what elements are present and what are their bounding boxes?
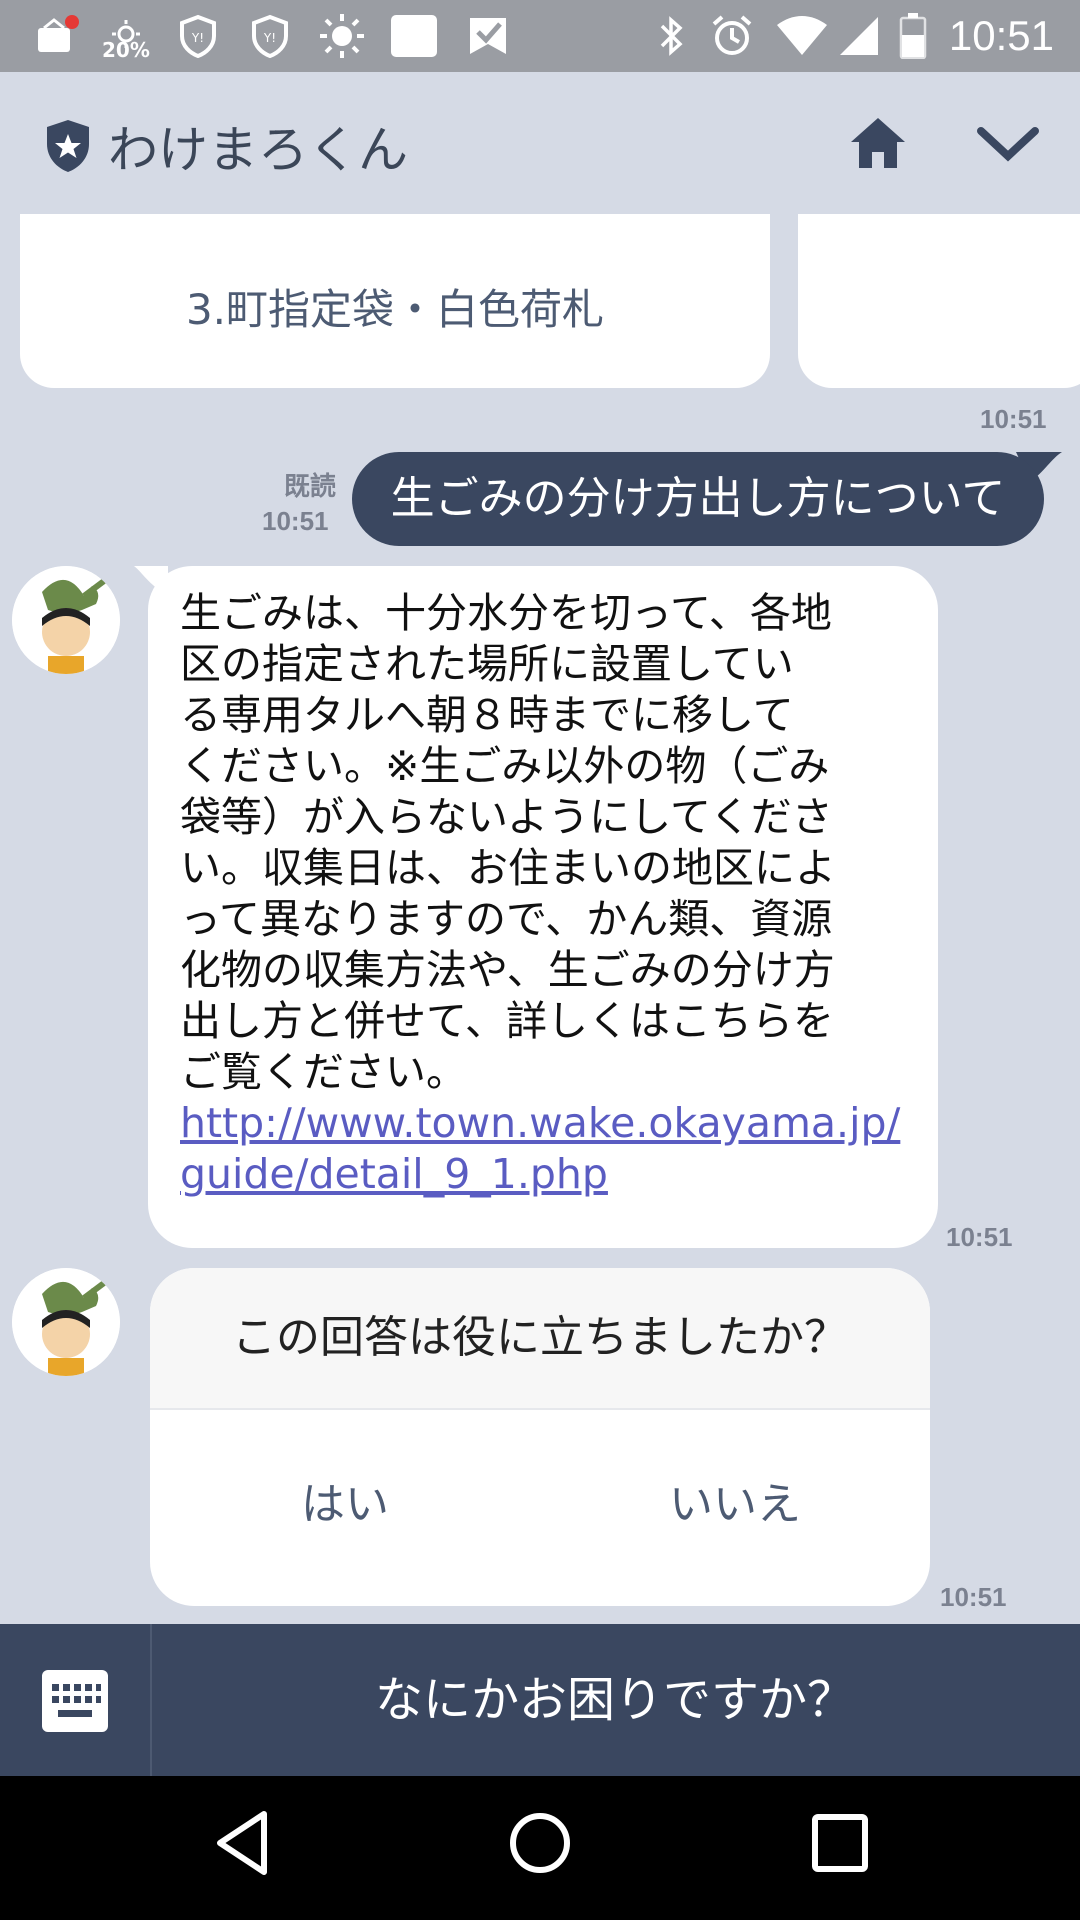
shield-icon: Y!	[248, 12, 292, 60]
message-time: 10:51	[940, 1582, 1007, 1612]
bot-avatar[interactable]	[12, 566, 120, 674]
svg-text:Y!: Y!	[263, 31, 276, 45]
official-badge-icon	[44, 118, 92, 178]
message-time: 10:51	[980, 404, 1047, 434]
no-button[interactable]: いいえ	[540, 1410, 930, 1606]
battery-saver-text: 20%	[102, 38, 150, 62]
yes-button[interactable]: はい	[150, 1410, 540, 1606]
svg-text:Y!: Y!	[191, 31, 204, 45]
home-circle-icon[interactable]	[508, 1808, 572, 1878]
chevron-down-icon[interactable]	[976, 126, 1040, 168]
help-prompt-button[interactable]: なにかお困りですか？	[150, 1624, 1080, 1776]
square-app-icon	[388, 12, 440, 60]
chat-title: わけまろくん	[108, 121, 408, 179]
bluetooth-icon	[654, 12, 690, 60]
system-nav-bar	[0, 1776, 1080, 1920]
home-icon[interactable]	[848, 114, 908, 174]
wifi-icon	[774, 12, 830, 60]
back-icon[interactable]	[212, 1808, 272, 1878]
carousel-card[interactable]: 3.町指定袋・白色荷札	[20, 214, 770, 388]
incoming-message-text: 生ごみは、十分水分を切って、各地 区の指定された場所に設置してい る専用タルへ朝…	[180, 588, 910, 1200]
feedback-card: この回答は役に立ちましたか？ はい いいえ	[150, 1268, 930, 1606]
message-body: 生ごみは、十分水分を切って、各地 区の指定された場所に設置してい る専用タルへ朝…	[180, 589, 836, 1096]
signal-icon	[836, 12, 882, 60]
alarm-icon	[708, 12, 756, 60]
incoming-message-bubble: 生ごみは、十分水分を切って、各地 区の指定された場所に設置してい る専用タルへ朝…	[148, 566, 938, 1248]
outgoing-message-bubble: 生ごみの分け方出し方について	[352, 452, 1044, 546]
carousel-card-label: 3.町指定袋・白色荷札	[185, 285, 605, 334]
input-bar: なにかお困りですか？	[0, 1624, 1080, 1776]
check-flag-icon	[464, 12, 512, 60]
clock-time: 10:51	[948, 12, 1054, 59]
keyboard-toggle-button[interactable]	[0, 1624, 152, 1776]
message-link[interactable]: http://www.town.wake.okayama.jp/	[180, 1099, 900, 1147]
feedback-question: この回答は役に立ちましたか？	[150, 1268, 930, 1410]
bot-avatar[interactable]	[12, 1268, 120, 1376]
recents-icon[interactable]	[810, 1812, 870, 1874]
battery-icon	[898, 12, 928, 60]
message-time: 10:51	[946, 1222, 1013, 1252]
message-link[interactable]: guide/detail_9_1.php	[180, 1150, 608, 1198]
keyboard-icon	[42, 1670, 108, 1732]
message-time: 10:51	[262, 506, 329, 536]
shield-icon: Y!	[176, 12, 220, 60]
chat-header: わけまろくん	[0, 72, 1080, 214]
carousel-card-next[interactable]	[798, 214, 1080, 388]
status-bar: 20% Y! Y! 10:51	[0, 0, 1080, 72]
read-receipt-label: 既読	[283, 472, 336, 502]
notification-app-icon	[34, 12, 80, 60]
sun-icon	[318, 12, 366, 60]
